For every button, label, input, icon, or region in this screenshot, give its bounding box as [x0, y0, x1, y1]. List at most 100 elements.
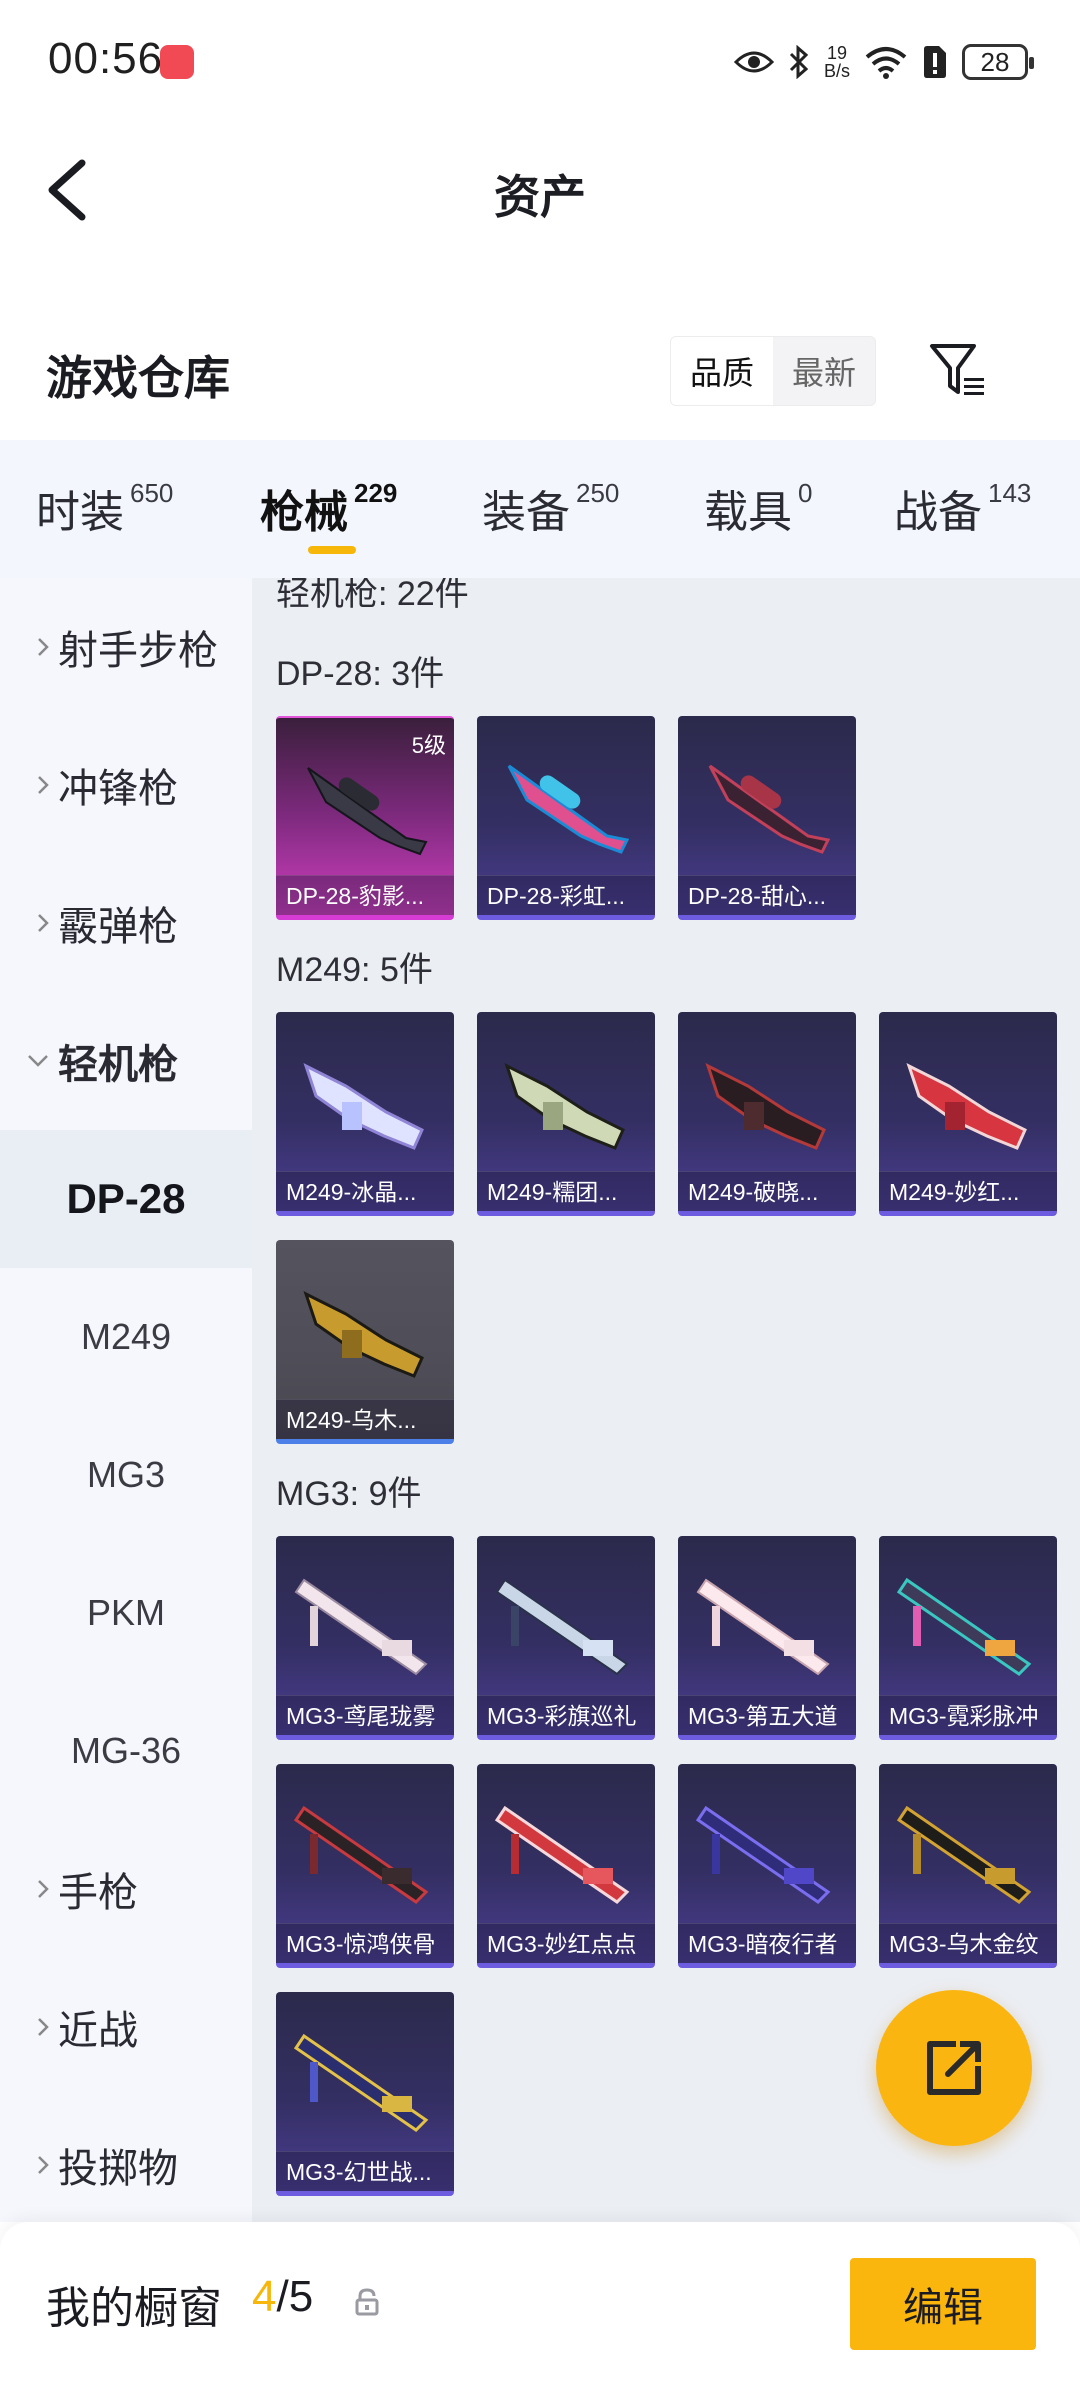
sidebar-item-smg[interactable]: 冲锋枪 [0, 716, 252, 854]
weapon-card[interactable]: M249-妙红... [879, 1012, 1057, 1216]
tab-guns[interactable]: 枪械 229 [260, 476, 397, 540]
weapon-card[interactable]: 5级 DP-28-豹影... [276, 716, 454, 920]
share-external-icon [927, 2041, 981, 2095]
sidebar-item-marksman-rifle[interactable]: 射手步枪 [0, 578, 252, 716]
mg3-skin-icon [695, 1805, 831, 1904]
weapon-name: MG3-妙红点点 [477, 1923, 655, 1963]
weapon-grid: 轻机枪: 22件 DP-28: 3件 5级 DP-28-豹影... DP-28-… [252, 578, 1080, 2222]
chevron-right-icon [38, 2018, 49, 2036]
weapon-name: MG3-乌木金纹 [879, 1923, 1057, 1963]
share-fab-button[interactable] [876, 1990, 1032, 2146]
section-title: 游戏仓库 [46, 352, 230, 404]
sort-latest-button[interactable]: 最新 [773, 337, 875, 405]
weapon-name: MG3-幻世战... [276, 2151, 454, 2191]
app-notification-icon [160, 45, 194, 79]
alert-sim-icon [924, 46, 946, 78]
chevron-down-icon [28, 1055, 48, 1067]
mg3-skin-icon [696, 1578, 830, 1676]
weapon-name: M249-冰晶... [276, 1171, 454, 1211]
mg3-skin-icon [294, 1578, 428, 1676]
weapon-card[interactable]: MG3-彩旗巡礼 [477, 1536, 655, 1740]
weapon-card[interactable]: DP-28-彩虹... [477, 716, 655, 920]
m249-skin-icon [303, 1291, 424, 1378]
weapon-card[interactable]: MG3-惊鸿侠骨 [276, 1764, 454, 1968]
sidebar-subitem-dp28[interactable]: DP-28 [0, 1130, 252, 1268]
sidebar-subitem-pkm[interactable]: PKM [0, 1544, 252, 1682]
weapon-card[interactable]: MG3-暗夜行者 [678, 1764, 856, 1968]
group-title-mg3: MG3: 9件 [276, 1475, 422, 1513]
chevron-right-icon [38, 2156, 49, 2174]
mg3-skin-icon [293, 2033, 429, 2132]
sidebar-subitem-m249[interactable]: M249 [0, 1268, 252, 1406]
m249-skin-icon [906, 1063, 1027, 1150]
wifi-icon [865, 47, 907, 79]
weapon-card[interactable]: M249-破晓... [678, 1012, 856, 1216]
m249-skin-icon [705, 1063, 826, 1150]
tab-combat-gear[interactable]: 战备 143 [894, 476, 1031, 540]
mg3-skin-icon [896, 1805, 1032, 1904]
weapon-card[interactable]: M249-糯团... [477, 1012, 655, 1216]
weapon-card[interactable]: MG3-霓彩脉冲 [879, 1536, 1057, 1740]
weapon-card[interactable]: MG3-乌木金纹 [879, 1764, 1057, 1968]
weapon-card[interactable]: MG3-鸢尾珑雾 [276, 1536, 454, 1740]
warehouse-header: 游戏仓库 品质 最新 [0, 318, 1080, 438]
filter-icon[interactable] [928, 340, 990, 402]
active-tab-indicator [308, 546, 356, 554]
tab-fashion[interactable]: 时装 650 [36, 476, 173, 540]
dp28-skin-icon [307, 767, 428, 856]
bluetooth-icon [789, 45, 809, 79]
sidebar-subitem-mg36[interactable]: MG-36 [0, 1682, 252, 1820]
dp28-skin-icon [708, 764, 831, 854]
weapon-name: MG3-第五大道 [678, 1695, 856, 1735]
m249-skin-icon [303, 1063, 424, 1150]
mg3-skin-icon [896, 1577, 1032, 1676]
mg3-skin-icon [293, 1805, 429, 1904]
app-header: 资产 [0, 125, 1080, 255]
level-badge: 5级 [411, 733, 446, 758]
category-tabs: 时装 650 枪械 229 装备 250 载具 0 战备 143 [0, 440, 1080, 578]
lock-icon [355, 2288, 379, 2316]
weapon-name: MG3-惊鸿侠骨 [276, 1923, 454, 1963]
dp28-skin-icon [507, 764, 630, 854]
group-title-m249: M249: 5件 [276, 951, 433, 989]
sidebar-item-throwables[interactable]: 投掷物 [0, 2096, 252, 2234]
chevron-right-icon [38, 1880, 49, 1898]
status-icons: 19 B/s 28 [733, 40, 1034, 84]
net-speed: 19 B/s [823, 43, 850, 81]
weapon-card[interactable]: MG3-幻世战... [276, 1992, 454, 2196]
showcase-label: 我的橱窗 [46, 2284, 222, 2333]
tab-equipment[interactable]: 装备 250 [482, 476, 619, 540]
tab-vehicles[interactable]: 载具 0 [704, 476, 812, 540]
sidebar-subitem-mg3[interactable]: MG3 [0, 1406, 252, 1544]
status-bar: 00:56 19 B/s 28 [0, 0, 1080, 125]
weapon-name: MG3-彩旗巡礼 [477, 1695, 655, 1735]
mg3-skin-icon [494, 1805, 630, 1904]
weapon-name: DP-28-甜心... [678, 875, 856, 915]
chevron-right-icon [38, 914, 49, 932]
sidebar-item-melee[interactable]: 近战 [0, 1958, 252, 2096]
mg3-skin-icon [495, 1578, 629, 1676]
weapon-card[interactable]: MG3-第五大道 [678, 1536, 856, 1740]
sidebar-item-shotgun[interactable]: 霰弹枪 [0, 854, 252, 992]
weapon-card[interactable]: M249-乌木... [276, 1240, 454, 1444]
page-title: 资产 [494, 171, 586, 223]
sidebar-item-lmg[interactable]: 轻机枪 [0, 992, 252, 1130]
status-time: 00:56 [48, 34, 164, 83]
sort-quality-button[interactable]: 品质 [671, 337, 773, 405]
weapon-name: MG3-暗夜行者 [678, 1923, 856, 1963]
weapon-name: MG3-鸢尾珑雾 [276, 1695, 454, 1735]
weapon-card[interactable]: MG3-妙红点点 [477, 1764, 655, 1968]
weapon-category-sidebar: 射手步枪 冲锋枪 霰弹枪 轻机枪 DP-28 M249 MG3 PKM MG-3… [0, 578, 252, 2222]
edit-button[interactable]: 编辑 [850, 2258, 1036, 2350]
sidebar-item-pistol[interactable]: 手枪 [0, 1820, 252, 1958]
weapon-name: DP-28-豹影... [276, 875, 454, 915]
weapon-name: DP-28-彩虹... [477, 875, 655, 915]
partial-group-title: 轻机枪: 22件 [276, 578, 469, 613]
showcase-count: 4/5 [252, 2272, 314, 2321]
weapon-card[interactable]: M249-冰晶... [276, 1012, 454, 1216]
battery-icon: 28 [962, 44, 1034, 80]
weapon-card[interactable]: DP-28-甜心... [678, 716, 856, 920]
showcase-bar: 我的橱窗 4/5 编辑 [0, 2222, 1080, 2382]
weapon-name: MG3-霓彩脉冲 [879, 1695, 1057, 1735]
weapon-name: M249-破晓... [678, 1171, 856, 1211]
